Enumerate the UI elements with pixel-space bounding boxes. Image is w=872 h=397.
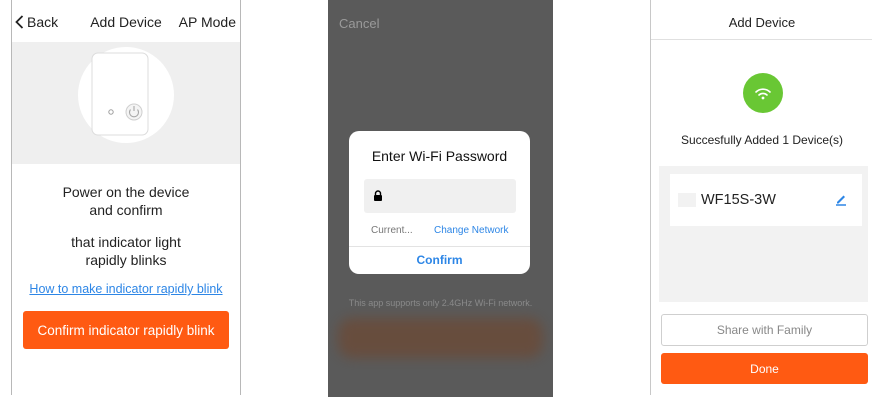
device-thumbnail bbox=[678, 193, 696, 207]
current-network-label: Current... bbox=[371, 225, 413, 236]
confirm-blink-button[interactable]: Confirm indicator rapidly blink bbox=[23, 311, 229, 349]
change-network-link[interactable]: Change Network bbox=[434, 225, 508, 236]
instruction-line: that indicator light bbox=[71, 234, 181, 250]
wifi-icon bbox=[755, 88, 771, 100]
success-badge bbox=[743, 73, 783, 113]
page-title: Add Device bbox=[728, 15, 796, 30]
blurred-next-button bbox=[338, 318, 543, 358]
cancel-button[interactable]: Cancel bbox=[339, 16, 379, 31]
instruction-text-2: that indicator light rapidly blinks bbox=[12, 233, 240, 269]
lock-icon bbox=[374, 190, 382, 201]
ap-mode-button[interactable]: AP Mode bbox=[179, 14, 236, 30]
instruction-line: Power on the device bbox=[62, 184, 190, 200]
edit-icon[interactable] bbox=[834, 192, 848, 206]
dialog-title: Enter Wi-Fi Password bbox=[371, 148, 508, 164]
dialog-divider bbox=[349, 246, 530, 247]
wifi-support-note: This app supports only 2.4GHz Wi-Fi netw… bbox=[348, 298, 533, 308]
power-device-illustration bbox=[78, 47, 174, 143]
screen-wifi-password: Cancel Enter Wi-Fi Password Current... C… bbox=[328, 0, 553, 397]
device-illustration bbox=[12, 42, 240, 164]
instruction-line: and confirm bbox=[89, 202, 163, 218]
device-name: WF15S-3W bbox=[701, 192, 776, 208]
done-button[interactable]: Done bbox=[661, 353, 868, 384]
help-link[interactable]: How to make indicator rapidly blink bbox=[12, 282, 240, 296]
screen-ap-mode: Back Add Device AP Mode Power on the dev… bbox=[11, 0, 241, 395]
wifi-password-dialog: Enter Wi-Fi Password Current... Change N… bbox=[349, 131, 530, 274]
success-message: Succesfully Added 1 Device(s) bbox=[680, 133, 844, 147]
confirm-button[interactable]: Confirm bbox=[349, 253, 530, 267]
share-with-family-button[interactable]: Share with Family bbox=[661, 314, 868, 346]
screen-device-added: Add Device Succesfully Added 1 Device(s)… bbox=[650, 0, 872, 395]
password-input[interactable] bbox=[364, 179, 516, 213]
header-divider bbox=[651, 39, 872, 40]
device-card[interactable]: WF15S-3W bbox=[670, 174, 862, 226]
instruction-line: rapidly blinks bbox=[85, 252, 167, 268]
nav-bar: Back Add Device AP Mode bbox=[12, 0, 240, 42]
instruction-text-1: Power on the device and confirm bbox=[12, 183, 240, 219]
